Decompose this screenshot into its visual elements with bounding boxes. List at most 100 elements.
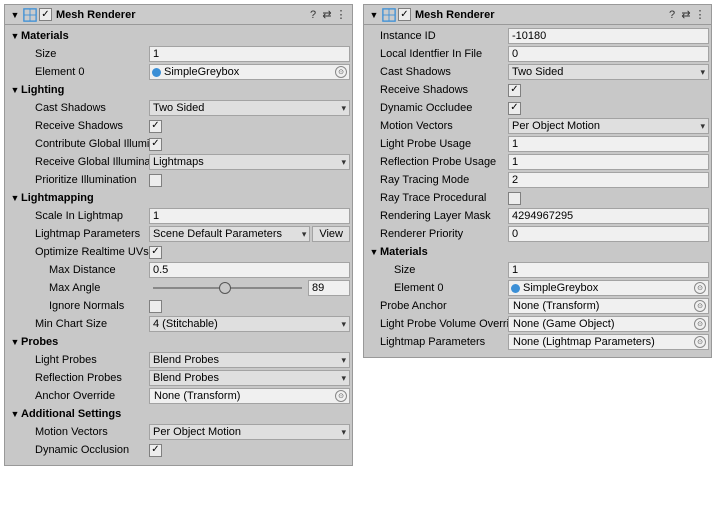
section-probes[interactable]: ▼ Probes (7, 333, 350, 351)
property-row: Min Chart Size 4 (Stitchable) (7, 315, 350, 333)
lightmap-params-field[interactable]: None (Lightmap Parameters)⊙ (508, 334, 709, 350)
property-row: Scale In Lightmap (7, 207, 350, 225)
property-label: Dynamic Occlusion (35, 444, 149, 456)
material-object-field[interactable]: SimpleGreybox⊙ (508, 280, 709, 296)
property-label: Element 0 (394, 282, 508, 294)
max-angle-input[interactable] (308, 280, 350, 296)
property-label: Cast Shadows (380, 66, 508, 78)
property-label: Instance ID (380, 30, 508, 42)
property-label: Ignore Normals (49, 300, 149, 312)
inspector-panel-right: ▼ ✓ Mesh Renderer ? ⇄ ⋮ Instance ID Loca… (363, 4, 712, 358)
motion-vectors-dropdown[interactable]: Per Object Motion (508, 118, 709, 134)
property-label: Optimize Realtime UVs (35, 246, 149, 258)
property-row: Max Angle (7, 279, 350, 297)
property-label: Max Angle (49, 282, 149, 294)
object-picker-icon[interactable]: ⊙ (694, 336, 706, 348)
property-label: Lightmap Parameters (380, 336, 508, 348)
lightmap-params-dropdown[interactable]: Scene Default Parameters (149, 226, 310, 242)
component-title: Mesh Renderer (415, 9, 665, 21)
foldout-icon[interactable]: ▼ (9, 85, 21, 95)
foldout-icon[interactable]: ▼ (368, 247, 380, 257)
property-label: Contribute Global Illumination (35, 138, 149, 150)
property-label: Receive Shadows (380, 84, 508, 96)
view-button[interactable]: View (312, 226, 350, 242)
property-label: Dynamic Occludee (380, 102, 508, 114)
scale-input[interactable] (149, 208, 350, 224)
max-distance-input[interactable] (149, 262, 350, 278)
preset-icon[interactable]: ⇄ (679, 8, 693, 21)
help-icon[interactable]: ? (665, 9, 679, 21)
property-row: Receive Shadows✓ (366, 81, 709, 99)
motion-vectors-dropdown[interactable]: Per Object Motion (149, 424, 350, 440)
light-probes-dropdown[interactable]: Blend Probes (149, 352, 350, 368)
foldout-toggle[interactable]: ▼ (9, 10, 21, 20)
probe-anchor-field[interactable]: None (Transform)⊙ (508, 298, 709, 314)
property-row: Lightmap Parameters Scene Default Parame… (7, 225, 350, 243)
material-object-field[interactable]: SimpleGreybox ⊙ (149, 64, 350, 80)
component-header: ▼ ✓ Mesh Renderer ? ⇄ ⋮ (5, 5, 352, 25)
foldout-icon[interactable]: ▼ (9, 193, 21, 203)
reflection-usage-input[interactable] (508, 154, 709, 170)
render-priority-input[interactable] (508, 226, 709, 242)
cast-shadows-dropdown[interactable]: Two Sided (508, 64, 709, 80)
foldout-icon[interactable]: ▼ (9, 409, 21, 419)
preset-icon[interactable]: ⇄ (320, 8, 334, 21)
object-picker-icon[interactable]: ⊙ (694, 300, 706, 312)
cast-shadows-dropdown[interactable]: Two Sided (149, 100, 350, 116)
local-id-input[interactable] (508, 46, 709, 62)
ignore-normals-checkbox[interactable] (149, 300, 162, 313)
dynamic-occlusion-checkbox[interactable]: ✓ (149, 444, 162, 457)
property-label: Receive Shadows (35, 120, 149, 132)
component-enabled-checkbox[interactable]: ✓ (398, 8, 411, 21)
min-chart-dropdown[interactable]: 4 (Stitchable) (149, 316, 350, 332)
anchor-override-field[interactable]: None (Transform)⊙ (149, 388, 350, 404)
property-row: Size (366, 261, 709, 279)
property-label: Size (394, 264, 508, 276)
object-picker-icon[interactable]: ⊙ (335, 390, 347, 402)
prioritize-checkbox[interactable] (149, 174, 162, 187)
property-row: Dynamic Occlusion ✓ (7, 441, 350, 459)
property-label: Prioritize Illumination (35, 174, 149, 186)
component-title: Mesh Renderer (56, 9, 306, 21)
property-label: Size (35, 48, 149, 60)
light-probe-usage-input[interactable] (508, 136, 709, 152)
property-label: Lightmap Parameters (35, 228, 149, 240)
section-materials[interactable]: ▼ Materials (366, 243, 709, 261)
size-input[interactable] (508, 262, 709, 278)
raytrace-procedural-checkbox[interactable] (508, 192, 521, 205)
max-angle-slider[interactable] (153, 287, 302, 289)
object-picker-icon[interactable]: ⊙ (694, 282, 706, 294)
contribute-gi-checkbox[interactable]: ✓ (149, 138, 162, 151)
reflection-probes-dropdown[interactable]: Blend Probes (149, 370, 350, 386)
receive-shadows-checkbox[interactable]: ✓ (149, 120, 162, 133)
instance-id-input[interactable] (508, 28, 709, 44)
section-lighting[interactable]: ▼ Lighting (7, 81, 350, 99)
optimize-checkbox[interactable]: ✓ (149, 246, 162, 259)
slider-thumb[interactable] (219, 282, 231, 294)
section-lightmapping[interactable]: ▼ Lightmapping (7, 189, 350, 207)
section-materials[interactable]: ▼ Materials (7, 27, 350, 45)
receive-gi-dropdown[interactable]: Lightmaps (149, 154, 350, 170)
property-row: Local Identfier In File (366, 45, 709, 63)
object-picker-icon[interactable]: ⊙ (335, 66, 347, 78)
foldout-icon[interactable]: ▼ (9, 337, 21, 347)
property-label: Light Probes (35, 354, 149, 366)
foldout-icon[interactable]: ▼ (9, 31, 21, 41)
help-icon[interactable]: ? (306, 9, 320, 21)
size-input[interactable] (149, 46, 350, 62)
dynamic-occludee-checkbox[interactable]: ✓ (508, 102, 521, 115)
property-row: Prioritize Illumination (7, 171, 350, 189)
context-menu-icon[interactable]: ⋮ (693, 8, 707, 21)
receive-shadows-checkbox[interactable]: ✓ (508, 84, 521, 97)
section-additional[interactable]: ▼ Additional Settings (7, 405, 350, 423)
component-enabled-checkbox[interactable]: ✓ (39, 8, 52, 21)
render-layer-input[interactable] (508, 208, 709, 224)
property-row: Ignore Normals (7, 297, 350, 315)
foldout-toggle[interactable]: ▼ (368, 10, 380, 20)
object-picker-icon[interactable]: ⊙ (694, 318, 706, 330)
context-menu-icon[interactable]: ⋮ (334, 8, 348, 21)
lpvo-field[interactable]: None (Game Object)⊙ (508, 316, 709, 332)
property-label: Light Probe Usage (380, 138, 508, 150)
raytrace-mode-input[interactable] (508, 172, 709, 188)
material-dot-icon (152, 68, 161, 77)
